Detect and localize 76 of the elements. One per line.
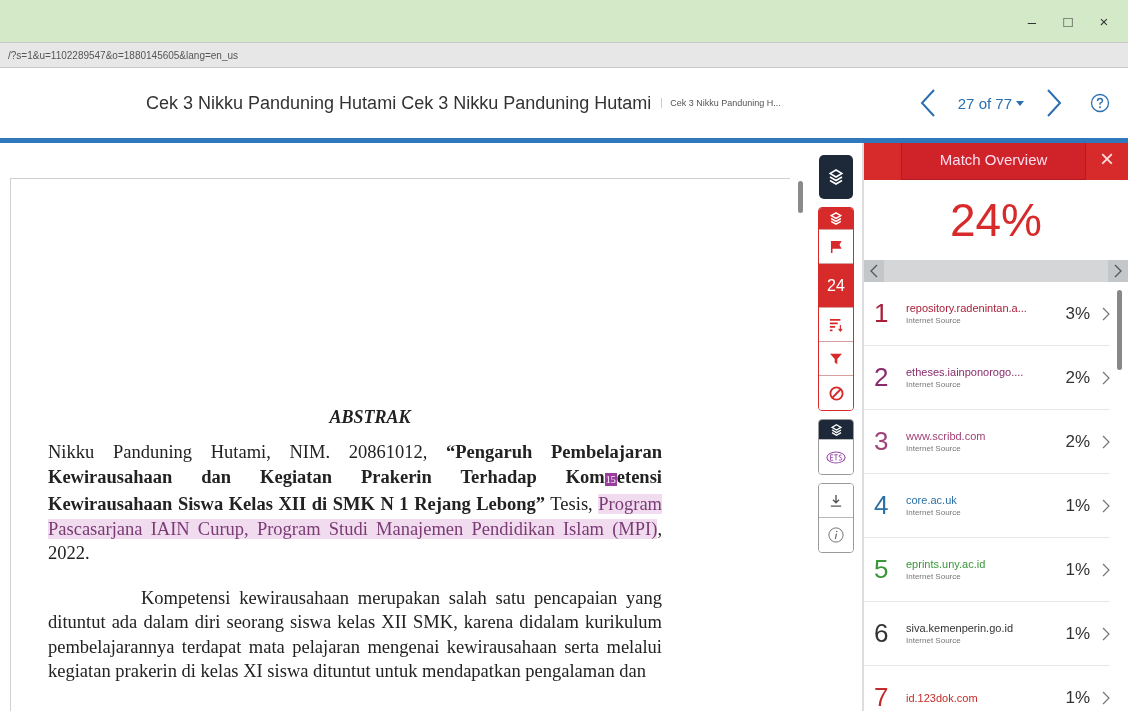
previous-icon[interactable] [864, 260, 884, 282]
match-layer-button[interactable] [819, 208, 853, 230]
abstract-paragraph: Nikku Panduning Hutami, NIM. 20861012, “Pengaruh Pembelajaran Kewirausahaan dan Kegiatan Prakerin Terhadap Kom15etensi Kewirausahaan Siswa Kelas XII di SMK N 1 Rejang Lebong” Tesis, Program Pascasarjana IAIN Curup, Program Studi Manajemen Pendidikan Islam (MPI), 2022. [48, 441, 662, 565]
match-row[interactable]: 2 etheses.iainponorogo.... Internet Source 2% [864, 346, 1110, 410]
close-button[interactable]: × [1086, 138, 1128, 180]
chevron-icon [1102, 434, 1110, 449]
layers-button[interactable] [819, 155, 853, 199]
match-row[interactable]: 3 www.scribd.com Internet Source 2% [864, 410, 1110, 474]
source-name: repository.radenintan.a... [906, 302, 1028, 314]
source-name: id.123dok.com [906, 691, 979, 704]
chevron-icon [1102, 690, 1110, 705]
caret-icon [1016, 100, 1024, 106]
document-title: Cek 3 Nikku Panduning Hutami Cek 3 Nikku Panduning Hutami [146, 92, 652, 114]
info-icon [828, 527, 844, 543]
match-number: 7 [874, 682, 890, 711]
source-type: Internet Source [906, 444, 962, 453]
source-name: eprints.uny.ac.id [906, 558, 987, 570]
sort-icon [829, 317, 843, 332]
source-name: siva.kemenperin.go.id [906, 622, 1014, 634]
match-number: 3 [874, 426, 890, 457]
layers-button[interactable] [819, 420, 853, 440]
ets-icon [826, 450, 846, 464]
source-type: Internet Source [906, 380, 962, 389]
abstract-heading: ABSTRAK [327, 407, 413, 428]
download-icon [830, 493, 842, 508]
match-percent: 2% [1065, 431, 1090, 452]
chevron-icon [1102, 626, 1110, 641]
layers-icon [830, 423, 842, 436]
page-dropdown[interactable]: 27 of 77 [957, 94, 1024, 112]
match-percent: 2% [1065, 367, 1090, 388]
chevron-icon [1102, 498, 1110, 513]
chevron-icon [1102, 370, 1110, 385]
match-row[interactable]: 4 core.ac.uk Internet Source 1% [864, 474, 1110, 538]
similarity-score: 24% [948, 193, 1044, 248]
source-type: Internet Source [906, 508, 962, 517]
source-type: Internet Source [906, 572, 962, 581]
next-icon[interactable] [1108, 260, 1128, 282]
match-number: 4 [874, 490, 890, 521]
layers-icon [830, 212, 842, 225]
match-percent: 1% [1065, 559, 1090, 580]
match-percent: 1% [1065, 687, 1090, 708]
match-row[interactable]: 7 id.123dok.com 1% [864, 666, 1110, 711]
source-type: Internet Source [906, 316, 962, 325]
flag-icon [830, 239, 842, 254]
source-type: Internet Source [906, 636, 962, 645]
window-control[interactable]: □ [1050, 12, 1086, 30]
chevron-icon [1102, 562, 1110, 577]
layers-icon [829, 169, 843, 185]
match-row[interactable]: 1 repository.radenintan.a... Internet Source 3% [864, 282, 1110, 346]
chevron-icon [1102, 306, 1110, 321]
help-icon[interactable] [1090, 93, 1110, 113]
next-icon[interactable] [1046, 88, 1062, 118]
scrollbar-thumb[interactable] [1117, 290, 1122, 370]
abstract-paragraph: Kompetensi kewirausahaan merupakan salah satu pencapaian yang dituntut ada dalam diri seorang siswa kelas XII SMK, karena didalam kurikulum pembelajarannya terdapat mata pelajaran mengenai kewirausahaan serta melalui kegiatan prakerin di kelas XI siswa dituntut untuk mendapatkan pengalaman dan [48, 586, 662, 683]
source-name: etheses.iainponorogo.... [906, 366, 1025, 378]
match-percent: 1% [1065, 495, 1090, 516]
source-name: core.ac.uk [906, 494, 958, 506]
match-number: 6 [874, 618, 890, 649]
document-subtitle: Cek 3 Nikku Panduning H... [661, 98, 781, 108]
match-percent: 1% [1065, 623, 1090, 644]
match-number: 1 [874, 298, 890, 329]
window-control[interactable]: × [1086, 12, 1122, 30]
no-entry-icon [828, 385, 844, 401]
source-name: www.scribd.com [906, 430, 987, 442]
previous-icon[interactable] [919, 88, 936, 118]
window-control[interactable]: – [1014, 12, 1050, 30]
scrollbar-thumb[interactable] [797, 181, 803, 213]
download-button[interactable] [819, 484, 853, 518]
match-number: 2 [874, 362, 890, 393]
filter-icon [830, 352, 842, 365]
match-row[interactable]: 6 siva.kemenperin.go.id Internet Source 1% [864, 602, 1110, 666]
url-text: /?s=1&u=1102289547&o=1880145605&lang=en_us [7, 49, 239, 61]
match-number: 5 [874, 554, 890, 585]
match-count-tab[interactable]: 24 [819, 264, 853, 308]
match-row[interactable]: 5 eprints.uny.ac.id Internet Source 1% [864, 538, 1110, 602]
match-percent: 3% [1065, 303, 1090, 324]
